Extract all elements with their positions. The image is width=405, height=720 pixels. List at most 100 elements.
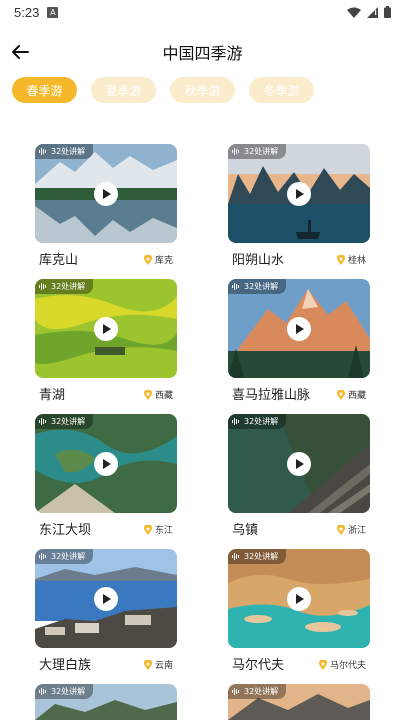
- play-icon: [103, 459, 111, 469]
- play-icon: [296, 459, 304, 469]
- card-location: 西藏: [144, 388, 173, 401]
- tab-spring[interactable]: 春季游: [12, 77, 77, 103]
- play-icon: [296, 594, 304, 604]
- card-location: 库克: [144, 253, 173, 266]
- card-footer: 东江大坝 东江: [35, 513, 177, 543]
- badge-label: 32处讲解: [244, 552, 279, 561]
- page-title: 中国四季游: [162, 44, 243, 63]
- destination-card[interactable]: 32处讲解 乌镇 浙江: [228, 414, 370, 543]
- badge-label: 32处讲解: [51, 147, 86, 156]
- card-thumbnail: 32处讲解: [35, 279, 177, 378]
- card-name: 库克山: [39, 253, 79, 268]
- status-time: 5:23: [14, 4, 40, 20]
- card-location: 桂林: [337, 253, 366, 266]
- card-name: 阳朔山水: [232, 253, 285, 268]
- play-button[interactable]: [287, 182, 311, 206]
- card-thumbnail: 32处讲解: [35, 414, 177, 513]
- play-button[interactable]: [94, 182, 118, 206]
- card-thumbnail: 32处讲解: [228, 279, 370, 378]
- location-pin-icon: [144, 524, 152, 535]
- play-button[interactable]: [94, 587, 118, 611]
- card-name: 青湖: [39, 388, 66, 403]
- audio-guide-badge: 32处讲解: [228, 279, 287, 294]
- card-footer: 阳朔山水 桂林: [228, 243, 370, 273]
- status-bar: 5:23 A: [0, 0, 405, 24]
- card-thumbnail: 32处讲解: [35, 144, 177, 243]
- destination-card[interactable]: 32处讲解 库克山 库克: [35, 144, 177, 273]
- card-location: 浙江: [337, 523, 366, 536]
- tab-winter[interactable]: 冬季游: [249, 77, 314, 103]
- audio-wave-icon: [39, 553, 46, 560]
- badge-label: 32处讲解: [244, 147, 279, 156]
- play-icon: [296, 324, 304, 334]
- destination-card[interactable]: 32处讲解: [228, 684, 370, 720]
- play-icon: [103, 594, 111, 604]
- location-label: 云南: [154, 661, 173, 671]
- header: 中国四季游: [0, 36, 405, 68]
- audio-wave-icon: [39, 283, 46, 290]
- tab-autumn[interactable]: 秋季游: [170, 77, 235, 103]
- location-label: 东江: [154, 526, 173, 536]
- destination-card[interactable]: 32处讲解 东江大坝 东江: [35, 414, 177, 543]
- card-footer: 大理白族 云南: [35, 648, 177, 678]
- audio-wave-icon: [39, 418, 46, 425]
- badge-label: 32处讲解: [244, 417, 279, 426]
- card-location: 马尔代夫: [319, 658, 366, 671]
- status-icons: [347, 6, 391, 18]
- audio-guide-badge: 32处讲解: [35, 549, 94, 564]
- card-location: 西藏: [337, 388, 366, 401]
- audio-guide-badge: 32处讲解: [35, 414, 94, 429]
- location-label: 西藏: [347, 391, 366, 401]
- audio-guide-badge: 32处讲解: [228, 549, 287, 564]
- destination-card[interactable]: 32处讲解 马尔代夫 马尔代夫: [228, 549, 370, 678]
- audio-wave-icon: [232, 283, 239, 290]
- audio-wave-icon: [232, 553, 239, 560]
- play-icon: [103, 189, 111, 199]
- destination-card[interactable]: 32处讲解: [35, 684, 177, 720]
- audio-guide-badge: 32处讲解: [35, 279, 94, 294]
- destination-card[interactable]: 32处讲解 阳朔山水 桂林: [228, 144, 370, 273]
- card-thumbnail: 32处讲解: [228, 549, 370, 648]
- card-name: 乌镇: [232, 523, 259, 538]
- card-footer: 马尔代夫 马尔代夫: [228, 648, 370, 678]
- play-button[interactable]: [94, 317, 118, 341]
- audio-wave-icon: [232, 148, 239, 155]
- destination-card[interactable]: 32处讲解 喜马拉雅山脉 西藏: [228, 279, 370, 408]
- battery-icon: [384, 6, 391, 18]
- location-pin-icon: [144, 659, 152, 670]
- card-thumbnail: 32处讲解: [228, 684, 370, 720]
- card-footer: 乌镇 浙江: [228, 513, 370, 543]
- card-footer: 喜马拉雅山脉 西藏: [228, 378, 370, 408]
- badge-label: 32处讲解: [51, 687, 86, 696]
- destination-card[interactable]: 32处讲解 大理白族 云南: [35, 549, 177, 678]
- audio-guide-badge: 32处讲解: [228, 144, 287, 159]
- location-pin-icon: [319, 659, 327, 670]
- wifi-icon: [347, 7, 361, 18]
- audio-wave-icon: [39, 688, 46, 695]
- notification-icon: A: [47, 6, 59, 18]
- badge-label: 32处讲解: [244, 282, 279, 291]
- card-name: 东江大坝: [39, 523, 92, 538]
- location-pin-icon: [337, 254, 345, 265]
- location-label: 桂林: [347, 256, 366, 266]
- location-label: 西藏: [154, 391, 173, 401]
- play-button[interactable]: [287, 587, 311, 611]
- card-location: 云南: [144, 658, 173, 671]
- play-button[interactable]: [287, 452, 311, 476]
- play-button[interactable]: [94, 452, 118, 476]
- audio-wave-icon: [232, 418, 239, 425]
- tab-summer[interactable]: 夏季游: [91, 77, 156, 103]
- audio-guide-badge: 32处讲解: [228, 684, 287, 699]
- card-name: 喜马拉雅山脉: [232, 388, 311, 403]
- card-footer: 青湖 西藏: [35, 378, 177, 408]
- signal-icon: [367, 6, 378, 18]
- audio-guide-badge: 32处讲解: [228, 414, 287, 429]
- destination-card[interactable]: 32处讲解 青湖 西藏: [35, 279, 177, 408]
- card-thumbnail: 32处讲解: [35, 549, 177, 648]
- play-icon: [103, 324, 111, 334]
- location-pin-icon: [144, 254, 152, 265]
- play-icon: [296, 189, 304, 199]
- card-footer: 库克山 库克: [35, 243, 177, 273]
- play-button[interactable]: [287, 317, 311, 341]
- location-pin-icon: [337, 389, 345, 400]
